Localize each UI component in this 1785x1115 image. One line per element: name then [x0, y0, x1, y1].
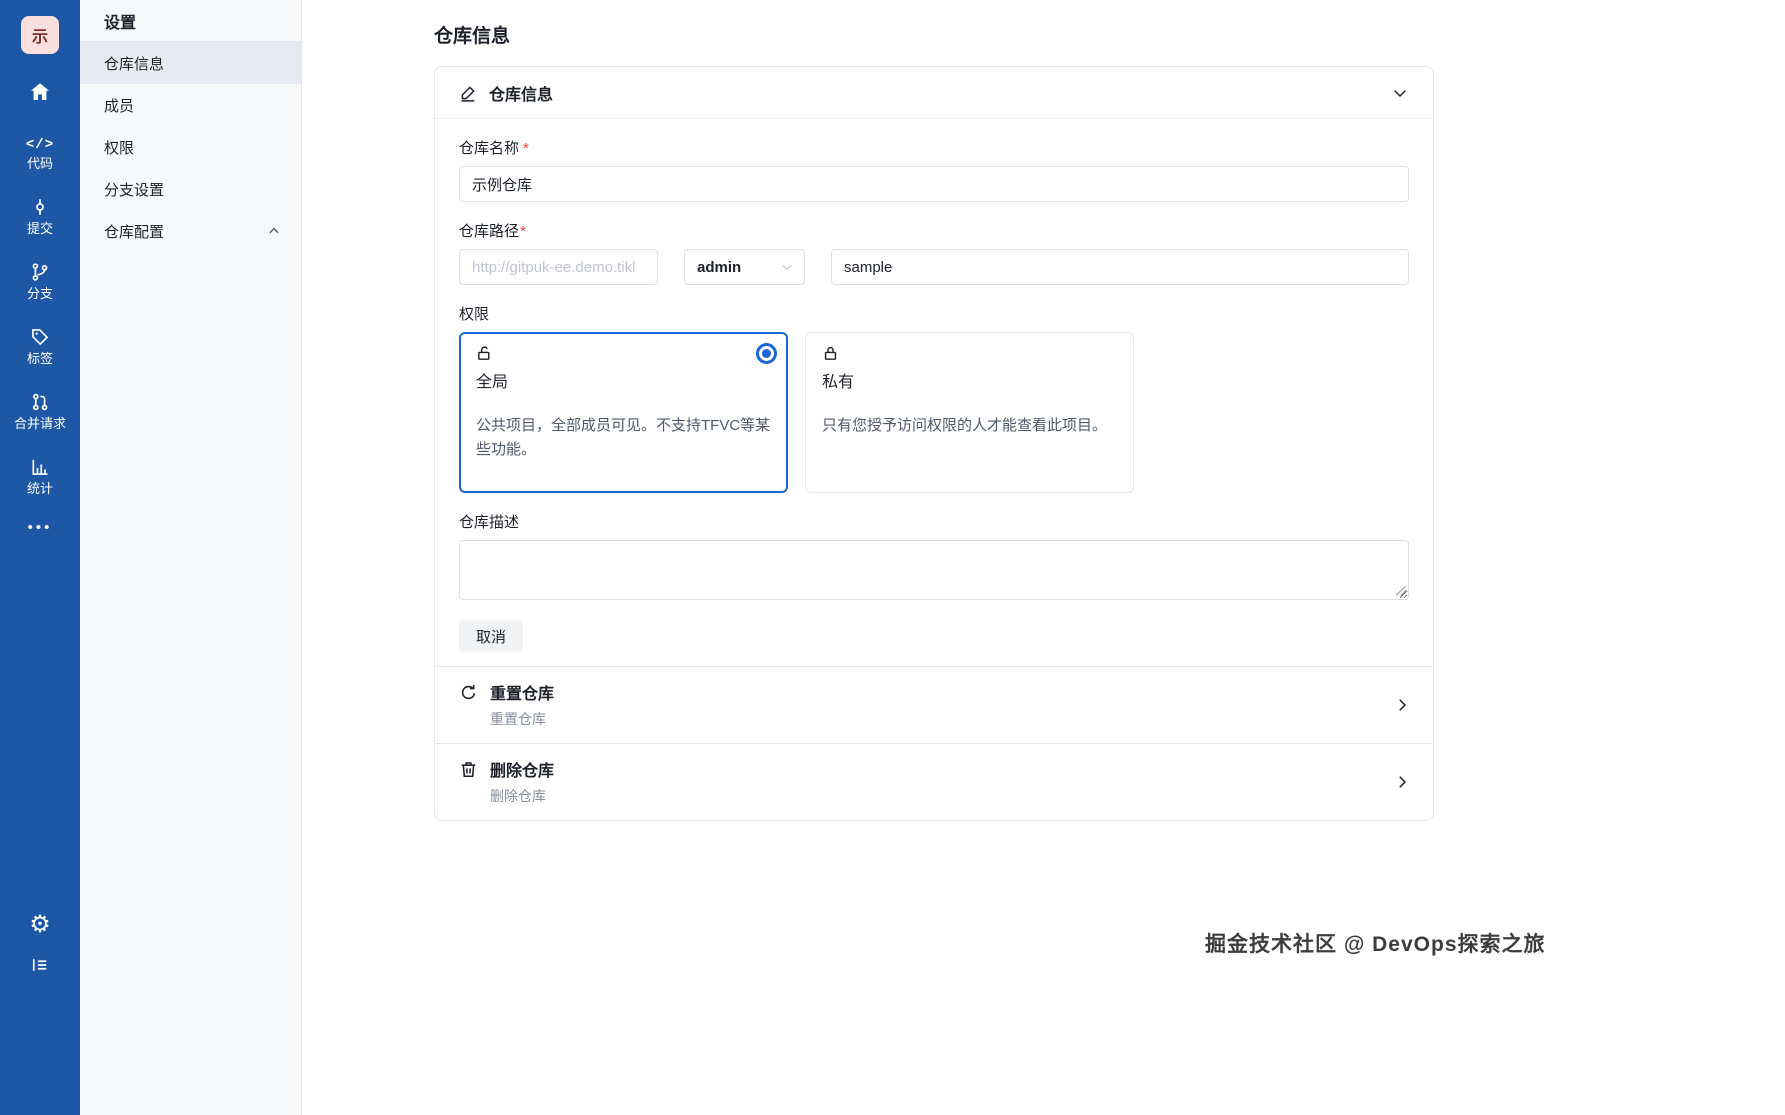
delete-repo-title: 删除仓库 — [490, 763, 555, 780]
left-rail: 示 </> 代码 提交 分支 标签 合并请求 统计 ••• ⚙ — [0, 0, 80, 1115]
permission-desc: 公共项目，全部成员可见。不支持TFVC等某些功能。 — [476, 417, 771, 458]
repo-info-panel: 仓库信息 仓库名称 * 仓库路径 * adm — [434, 66, 1434, 821]
edit-icon — [459, 84, 477, 102]
permission-desc: 只有您授予访问权限的人才能查看此项目。 — [822, 417, 1108, 434]
repo-info-form: 仓库名称 * 仓库路径 * admin — [435, 137, 1433, 666]
rail-item-branches[interactable]: 分支 — [27, 262, 53, 300]
permission-card-private[interactable]: 私有 只有您授予访问权限的人才能查看此项目。 — [805, 332, 1134, 493]
sidebar-item-label: 分支设置 — [104, 181, 165, 199]
menu-list-icon[interactable] — [30, 955, 50, 975]
base-url-input[interactable] — [459, 249, 658, 285]
code-icon: </> — [25, 137, 55, 153]
permission-card-global[interactable]: 全局 公共项目，全部成员可见。不支持TFVC等某些功能。 — [459, 332, 788, 493]
permission-title: 全局 — [476, 374, 509, 391]
stats-icon — [30, 457, 50, 477]
sidebar-item-label: 仓库配置 — [104, 223, 165, 241]
permission-label: 权限 — [459, 306, 490, 323]
chevron-right-icon — [1393, 696, 1411, 714]
sidebar-item-label: 成员 — [104, 97, 135, 115]
repo-description-label: 仓库描述 — [459, 514, 520, 531]
home-button[interactable] — [27, 80, 53, 104]
chevron-right-icon — [1393, 773, 1411, 791]
trash-icon — [459, 760, 478, 779]
repo-path-row: admin — [459, 249, 1409, 285]
sidebar-item-repo-config[interactable]: 仓库配置 — [80, 210, 301, 252]
chevron-down-icon — [780, 260, 794, 274]
rail-item-label: 分支 — [26, 286, 53, 301]
rail-item-label: 合并请求 — [13, 416, 66, 431]
panel-title: 仓库信息 — [489, 86, 554, 104]
delete-repo-subtitle: 删除仓库 — [490, 788, 546, 804]
radio-selected-icon[interactable] — [756, 343, 777, 364]
rail-item-label: 代码 — [26, 156, 53, 171]
repo-path-input[interactable] — [831, 249, 1409, 285]
merge-request-icon — [30, 392, 50, 412]
delete-repo-row[interactable]: 删除仓库 删除仓库 — [435, 743, 1433, 820]
rail-item-label: 提交 — [26, 221, 53, 236]
reset-repo-row[interactable]: 重置仓库 重置仓库 — [435, 666, 1433, 743]
repo-path-label: 仓库路径 * — [459, 223, 526, 240]
repo-avatar[interactable]: 示 — [21, 16, 59, 54]
sidebar-item-branch-settings[interactable]: 分支设置 — [80, 168, 301, 210]
lock-icon — [822, 345, 1117, 362]
rail-item-tags[interactable]: 标签 — [27, 327, 53, 365]
sidebar-item-label: 仓库信息 — [104, 55, 165, 73]
cancel-button[interactable]: 取消 — [459, 620, 524, 652]
reset-repo-title: 重置仓库 — [490, 686, 555, 703]
chevron-up-icon — [267, 224, 281, 238]
permission-options: 全局 公共项目，全部成员可见。不支持TFVC等某些功能。 私有 只有您授予访问权… — [459, 332, 1409, 493]
rail-item-merge-requests[interactable]: 合并请求 — [14, 392, 66, 430]
tag-icon — [30, 327, 50, 347]
repo-info-panel-header: 仓库信息 — [435, 67, 1433, 119]
watermark-text: 掘金技术社区 @ DevOps探索之旅 — [1205, 933, 1546, 956]
rail-item-label: 统计 — [26, 481, 53, 496]
repo-name-label: 仓库名称 * — [459, 140, 529, 157]
namespace-select-value: admin — [697, 258, 742, 276]
reset-icon — [459, 683, 478, 702]
rail-item-label: 标签 — [26, 351, 53, 366]
required-mark: * — [523, 140, 529, 157]
sidebar-item-permissions[interactable]: 权限 — [80, 126, 301, 168]
branch-icon — [30, 262, 50, 282]
repo-name-input[interactable] — [459, 166, 1409, 202]
permission-title: 私有 — [822, 374, 855, 391]
main-content: 仓库信息 仓库信息 仓库名称 * 示例仓库 仓库路径 * http://gitp… — [434, 0, 1434, 821]
rail-item-commits[interactable]: 提交 — [27, 197, 53, 235]
required-mark: * — [520, 223, 526, 240]
unlock-icon — [476, 345, 771, 362]
sidebar-item-members[interactable]: 成员 — [80, 84, 301, 126]
more-menu-icon[interactable]: ••• — [28, 519, 53, 536]
home-icon — [27, 80, 53, 104]
settings-gear-icon[interactable]: ⚙ — [29, 913, 51, 937]
sidebar-item-label: 权限 — [104, 139, 135, 157]
reset-repo-subtitle: 重置仓库 — [490, 711, 546, 727]
collapse-chevron-down-icon[interactable] — [1391, 84, 1409, 102]
rail-item-statistics[interactable]: 统计 — [27, 457, 53, 495]
commit-icon — [30, 197, 50, 217]
settings-sidebar: 设置 仓库信息 成员 权限 分支设置 仓库配置 — [80, 0, 302, 1115]
namespace-select[interactable]: admin — [684, 249, 805, 285]
rail-item-code[interactable]: </> 代码 — [26, 138, 54, 170]
page-title: 仓库信息 — [434, 26, 511, 47]
repo-description-textarea[interactable] — [459, 540, 1409, 600]
sidebar-item-repo-info[interactable]: 仓库信息 — [80, 42, 301, 84]
repo-avatar-text: 示 — [31, 29, 48, 46]
settings-sidebar-title: 设置 — [80, 0, 301, 42]
